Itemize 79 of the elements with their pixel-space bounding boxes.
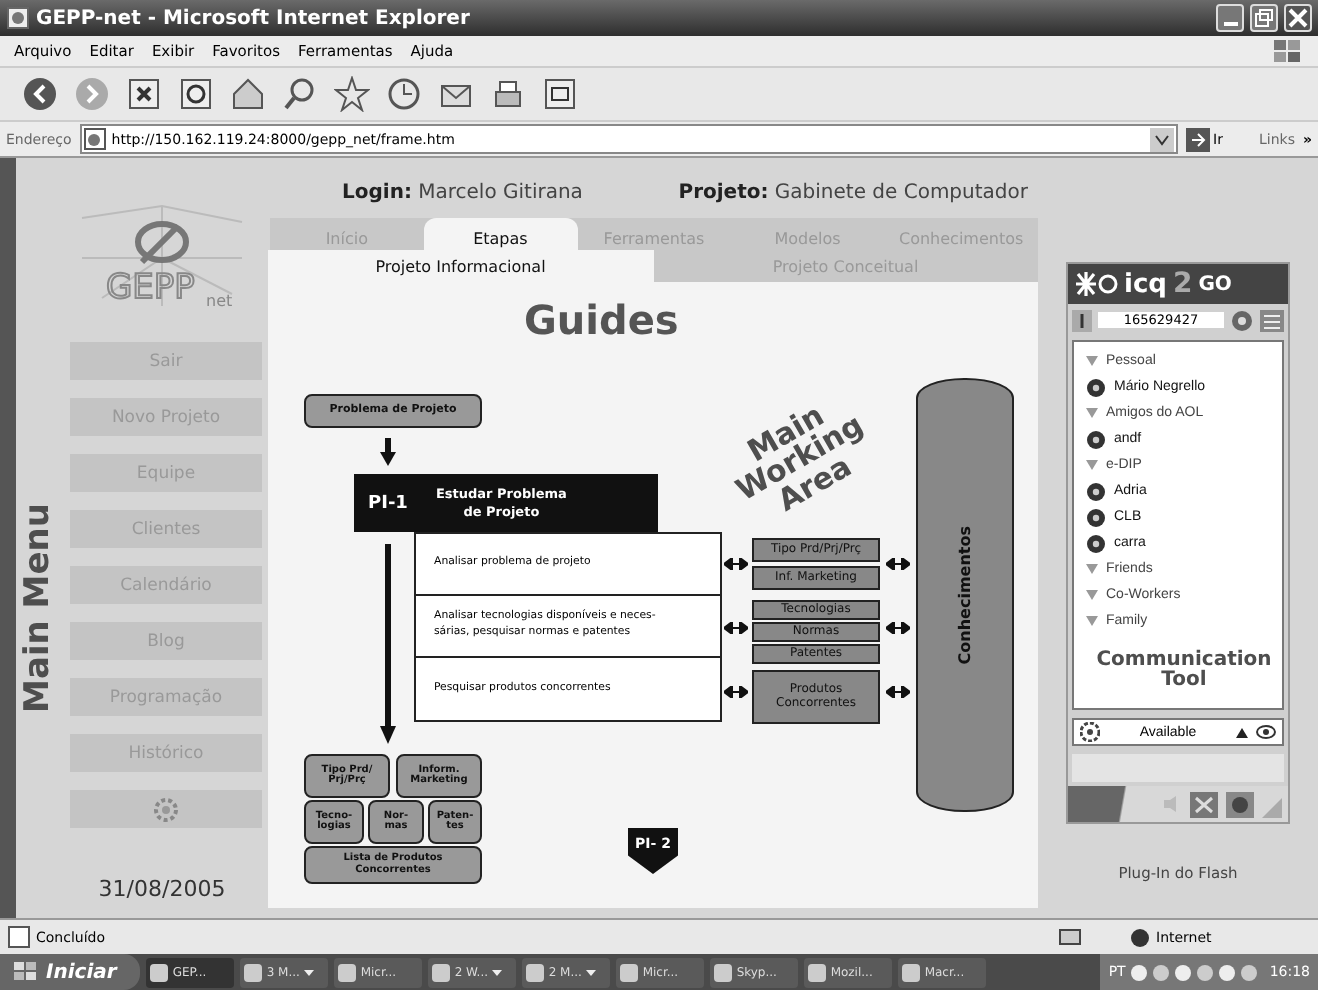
icq-logo-text: icq — [1124, 269, 1167, 299]
clock-icon — [386, 76, 422, 112]
home-icon — [230, 76, 266, 112]
tab[interactable]: Etapas — [423, 218, 578, 250]
annotation-label: Guides — [524, 302, 679, 340]
refresh-button[interactable] — [176, 74, 216, 114]
star-button[interactable] — [332, 74, 372, 114]
double-arrow — [886, 686, 910, 698]
project-text: Projeto: Gabinete de Computador — [678, 182, 1028, 208]
app-icon — [902, 963, 921, 981]
phase-code: PI-1 — [368, 493, 408, 513]
double-arrow — [724, 622, 748, 634]
star-icon — [334, 76, 370, 112]
caret-icon — [1086, 564, 1098, 574]
double-arrow — [724, 558, 748, 570]
search-icon — [282, 76, 318, 112]
network-icon — [1056, 926, 1084, 948]
printer-icon — [490, 76, 526, 112]
date-text: 31/08/2005 — [98, 876, 226, 902]
caret-icon — [1086, 356, 1098, 366]
refresh-icon — [178, 76, 214, 112]
caret-icon — [585, 969, 596, 975]
home-button[interactable] — [228, 74, 268, 114]
arrow-icon — [1185, 127, 1210, 151]
page-icon — [6, 6, 30, 30]
back-button[interactable] — [20, 74, 60, 114]
windows-logo-icon — [1272, 37, 1304, 65]
minimize-button[interactable] — [1216, 4, 1244, 32]
gepp-logo-drawing: GEPP net — [62, 198, 262, 314]
stop-button[interactable] — [124, 74, 164, 114]
app-icon — [526, 963, 545, 981]
caret-icon — [492, 969, 503, 975]
caret-icon — [1086, 408, 1098, 418]
caret-icon — [1086, 616, 1098, 626]
minimize-icon — [1223, 21, 1237, 25]
windows-logo-icon — [12, 960, 40, 984]
tools-icon[interactable] — [1190, 791, 1218, 817]
knowledge-cylinder: Conhecimentos — [916, 378, 1014, 812]
dropdown-icon[interactable] — [1149, 127, 1174, 151]
close-icon — [1288, 8, 1308, 28]
app-icon — [150, 963, 169, 981]
double-arrow — [886, 558, 910, 570]
restore-icon — [1254, 8, 1274, 28]
double-arrow — [724, 686, 748, 698]
app-icon — [808, 963, 827, 981]
icq-logo-suffix: GO — [1198, 273, 1232, 295]
history-button[interactable] — [384, 74, 424, 114]
annotation-label: Main Menu — [21, 503, 55, 713]
eye-icon — [1256, 724, 1276, 740]
app-icon — [338, 963, 357, 981]
app-icon — [620, 963, 639, 981]
caret-icon — [1086, 590, 1098, 600]
icq-logo-number: 2 — [1172, 268, 1193, 300]
window-title: GEPP-net - Microsoft Internet Explorer — [36, 7, 470, 29]
forward-button[interactable] — [72, 74, 112, 114]
subtab[interactable]: Projeto Informacional — [268, 250, 653, 282]
forward-icon — [74, 76, 110, 112]
stop-icon — [126, 76, 162, 112]
app-icon — [432, 963, 451, 981]
page-icon — [83, 128, 106, 150]
maximize-button[interactable] — [1250, 4, 1278, 32]
caret-icon — [303, 969, 314, 975]
start-button[interactable]: Iniciar — [0, 954, 141, 990]
login-text: Login: Marcelo Gitirana — [342, 182, 583, 208]
back-icon — [22, 76, 58, 112]
window-icon — [542, 76, 578, 112]
caret-icon — [1236, 727, 1248, 737]
list-icon[interactable] — [1260, 309, 1284, 331]
annotation-label: Communication Tool — [1096, 651, 1272, 689]
globe-icon — [1130, 927, 1150, 947]
close-button[interactable] — [1284, 4, 1312, 32]
edit-button[interactable] — [540, 74, 580, 114]
app-icon — [714, 963, 733, 981]
info-icon[interactable] — [1072, 309, 1092, 331]
down-arrow — [380, 438, 396, 466]
app-icon — [244, 963, 263, 981]
caret-icon — [1086, 460, 1098, 470]
page-icon — [8, 926, 30, 948]
double-arrow — [886, 622, 910, 634]
